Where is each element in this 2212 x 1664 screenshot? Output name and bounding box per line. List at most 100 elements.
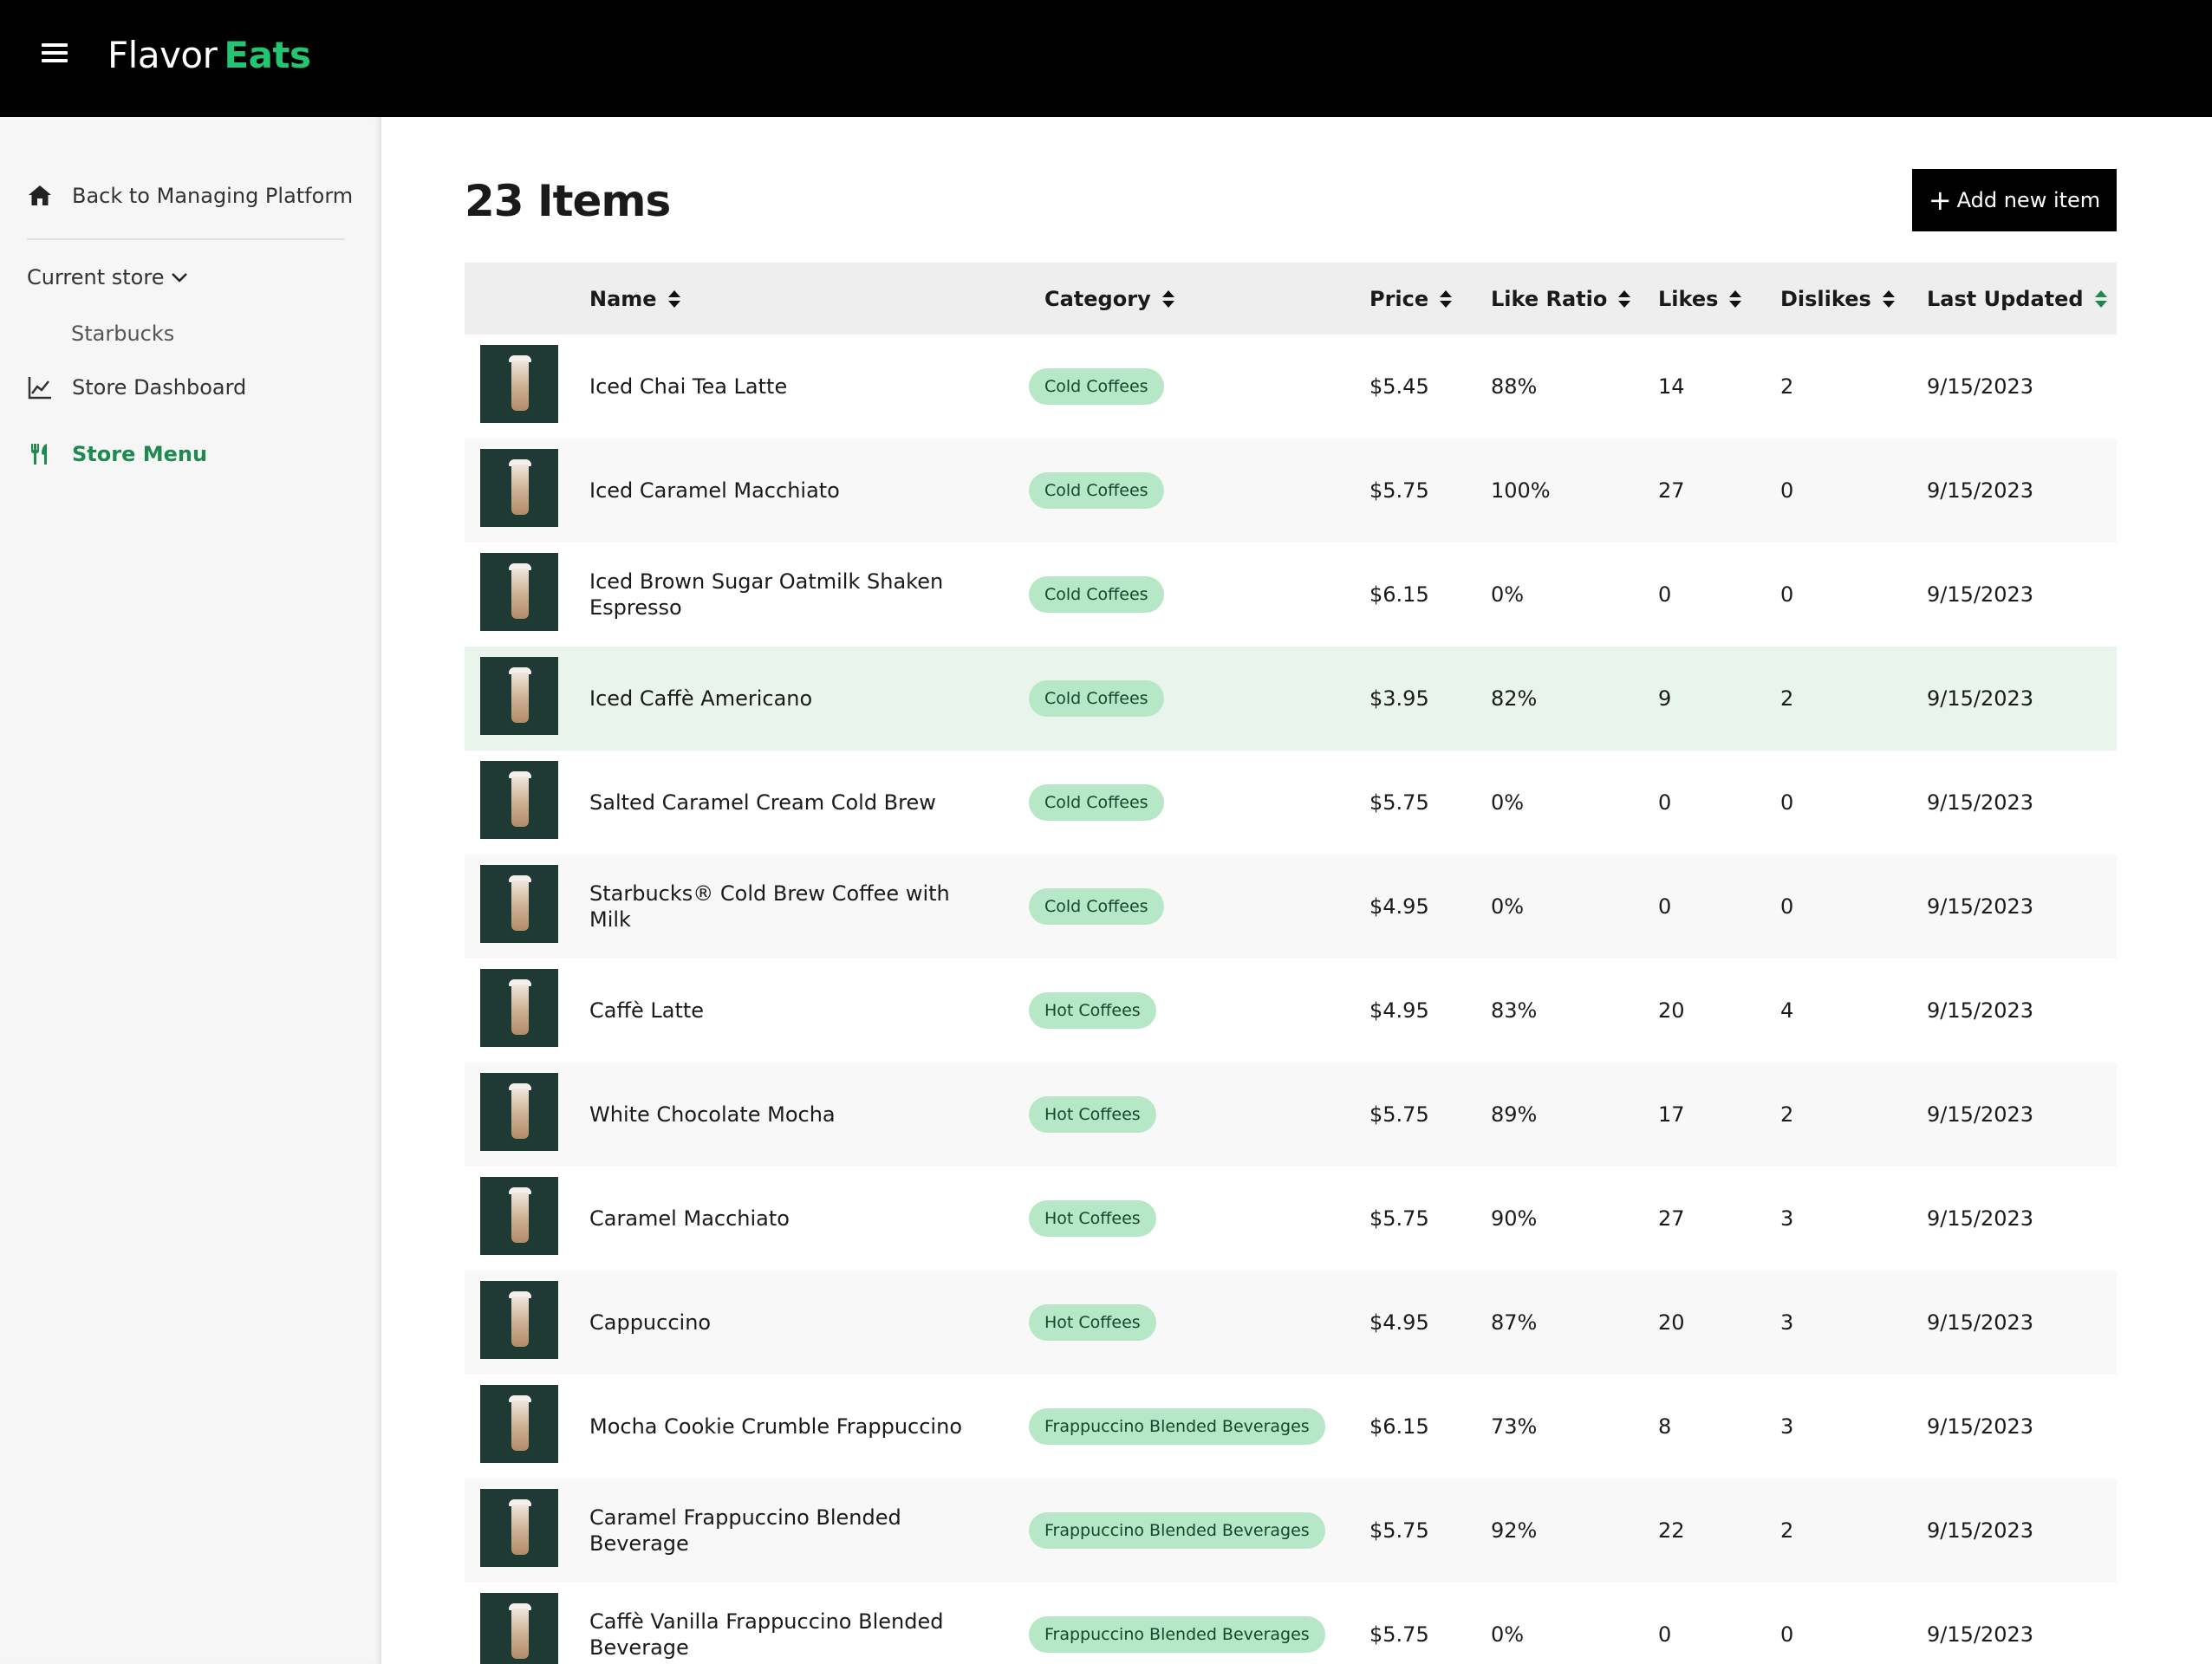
cell-price: $4.95: [1369, 998, 1429, 1023]
category-badge: Cold Coffees: [1029, 784, 1164, 821]
sidebar-item-store-menu[interactable]: Store Menu: [27, 437, 207, 471]
brand-logo[interactable]: Flavor Eats: [107, 29, 311, 81]
cell-last-updated: 9/15/2023: [1927, 1414, 2034, 1439]
column-header-likes[interactable]: Likes: [1658, 263, 1742, 335]
drink-cup: [511, 881, 529, 931]
table-row[interactable]: Caffè Vanilla Frappuccino Blended Bevera…: [465, 1583, 2117, 1664]
cell-like-ratio: 0%: [1491, 894, 1525, 919]
item-thumbnail[interactable]: [480, 1073, 558, 1151]
cell-price: $5.75: [1369, 1102, 1429, 1127]
item-thumbnail[interactable]: [480, 1489, 558, 1567]
item-thumbnail[interactable]: [480, 865, 558, 943]
column-header-category[interactable]: Category: [1044, 263, 1175, 335]
item-thumbnail[interactable]: [480, 449, 558, 527]
column-header-label: Dislikes: [1780, 286, 1871, 311]
item-name[interactable]: Caramel Macchiato: [589, 1206, 997, 1232]
category-badge: Cold Coffees: [1029, 472, 1164, 509]
items-table: Name Category Price Like Ratio Likes Dis…: [465, 263, 2117, 1664]
item-thumbnail[interactable]: [480, 761, 558, 839]
item-name[interactable]: Mocha Cookie Crumble Frappuccino: [589, 1414, 997, 1440]
cell-name: Caffè Latte: [589, 959, 997, 1063]
cell-category: Cold Coffees: [1029, 855, 1164, 959]
cell-like-ratio: 87%: [1491, 1310, 1538, 1335]
table-row[interactable]: Salted Caramel Cream Cold Brew Cold Coffe…: [465, 751, 2117, 855]
table-row[interactable]: Caramel Frappuccino Blended Beverage Frap…: [465, 1479, 2117, 1583]
table-row[interactable]: Cappuccino Hot Coffees $4.95 87% 20 3 9/15/202…: [465, 1271, 2117, 1375]
table-row[interactable]: Iced Chai Tea Latte Cold Coffees $5.45 88% 1…: [465, 335, 2117, 439]
cell-category: Frappuccino Blended Beverages: [1029, 1479, 1325, 1583]
cell-likes: 27: [1658, 478, 1685, 503]
item-thumbnail[interactable]: [480, 969, 558, 1047]
table-row[interactable]: Starbucks® Cold Brew Coffee with Milk Col…: [465, 855, 2117, 959]
cell-name: Iced Caffè Americano: [589, 647, 997, 751]
cell-dislikes: 3: [1780, 1206, 1794, 1231]
table-row[interactable]: Caramel Macchiato Hot Coffees $5.75 90% 27 3 9…: [465, 1167, 2117, 1271]
item-thumbnail[interactable]: [480, 553, 558, 631]
drink-cup: [511, 361, 529, 411]
sort-icon: [667, 289, 680, 308]
item-thumbnail[interactable]: [480, 1281, 558, 1359]
item-name[interactable]: Iced Brown Sugar Oatmilk Shaken Espresso: [589, 569, 997, 621]
table-row[interactable]: Iced Brown Sugar Oatmilk Shaken Espresso…: [465, 543, 2117, 647]
cell-dislikes: 2: [1780, 686, 1794, 711]
table-row[interactable]: Iced Caffè Americano Cold Coffees $3.95 82%…: [465, 647, 2117, 751]
sidebar-item-store-dashboard[interactable]: Store Dashboard: [27, 370, 246, 405]
cell-dislikes: 2: [1780, 1102, 1794, 1127]
table-row[interactable]: White Chocolate Mocha Hot Coffees $5.75 89%…: [465, 1063, 2117, 1167]
drink-cup: [511, 1297, 529, 1347]
table-row[interactable]: Iced Caramel Macchiato Cold Coffees $5.75 1…: [465, 439, 2117, 543]
item-name[interactable]: Caramel Frappuccino Blended Beverage: [589, 1505, 997, 1557]
table-row[interactable]: Caffè Latte Hot Coffees $4.95 83% 20 4 9/15/20…: [465, 959, 2117, 1063]
column-header-last-updated[interactable]: Last Updated: [1927, 263, 2108, 335]
table-row[interactable]: Mocha Cookie Crumble Frappuccino Frappucc…: [465, 1375, 2117, 1479]
column-header-price[interactable]: Price: [1369, 263, 1453, 335]
cell-price: $5.75: [1369, 790, 1429, 815]
back-to-managing-platform-link[interactable]: Back to Managing Platform: [27, 178, 353, 214]
item-name[interactable]: Iced Caffè Americano: [589, 686, 997, 712]
drink-cup: [511, 569, 529, 619]
item-name[interactable]: Cappuccino: [589, 1310, 997, 1336]
sort-icon: [1440, 289, 1453, 308]
item-name[interactable]: Iced Chai Tea Latte: [589, 374, 997, 400]
drink-cup: [511, 1089, 529, 1139]
cell-likes: 20: [1658, 998, 1685, 1023]
cell-like-ratio: 88%: [1491, 374, 1538, 399]
cell-dislikes: 0: [1780, 1622, 1794, 1647]
cell-dislikes: 3: [1780, 1310, 1794, 1335]
column-header-label: Like Ratio: [1491, 286, 1608, 311]
item-name[interactable]: White Chocolate Mocha: [589, 1102, 997, 1128]
item-thumbnail[interactable]: [480, 1593, 558, 1664]
cell-category: Cold Coffees: [1029, 543, 1164, 647]
home-icon: [29, 185, 51, 205]
column-header-dislikes[interactable]: Dislikes: [1780, 263, 1896, 335]
cell-category: Hot Coffees: [1029, 1063, 1156, 1167]
category-badge: Frappuccino Blended Beverages: [1029, 1616, 1325, 1653]
cell-price: $6.15: [1369, 582, 1429, 607]
page-title: 23 Items: [465, 176, 671, 226]
add-new-item-button[interactable]: + Add new item: [1912, 169, 2117, 231]
item-name[interactable]: Iced Caramel Macchiato: [589, 478, 997, 504]
item-thumbnail[interactable]: [480, 1385, 558, 1463]
cell-dislikes: 0: [1780, 894, 1794, 919]
cell-likes: 0: [1658, 790, 1672, 815]
drink-cup: [511, 1505, 529, 1555]
item-thumbnail[interactable]: [480, 657, 558, 735]
cell-like-ratio: 89%: [1491, 1102, 1538, 1127]
item-thumbnail[interactable]: [480, 1177, 558, 1255]
column-header-like-ratio[interactable]: Like Ratio: [1491, 263, 1631, 335]
item-name[interactable]: Caffè Latte: [589, 998, 997, 1024]
cell-dislikes: 0: [1780, 478, 1794, 503]
cell-likes: 17: [1658, 1102, 1685, 1127]
drink-cup: [511, 985, 529, 1035]
item-name[interactable]: Starbucks® Cold Brew Coffee with Milk: [589, 881, 997, 933]
cell-price: $5.75: [1369, 478, 1429, 503]
item-name[interactable]: Caffè Vanilla Frappuccino Blended Bevera…: [589, 1609, 997, 1661]
cell-name: Cappuccino: [589, 1271, 997, 1375]
hamburger-menu-icon[interactable]: [42, 42, 68, 64]
column-header-name[interactable]: Name: [589, 263, 681, 335]
item-thumbnail[interactable]: [480, 345, 558, 423]
plus-icon: +: [1928, 184, 1952, 217]
item-name[interactable]: Salted Caramel Cream Cold Brew: [589, 790, 997, 816]
category-badge: Frappuccino Blended Beverages: [1029, 1512, 1325, 1549]
current-store-toggle[interactable]: Current store: [27, 260, 188, 295]
